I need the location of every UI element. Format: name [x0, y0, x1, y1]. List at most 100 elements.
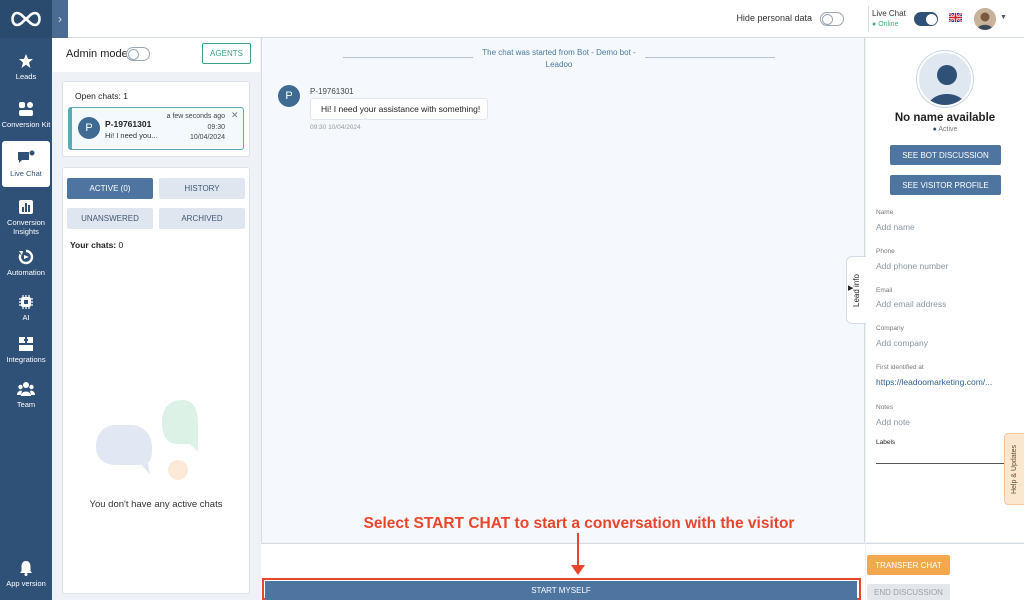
ai-chip-icon [19, 295, 33, 309]
uk-flag-icon[interactable] [949, 13, 962, 22]
nav-item-automation[interactable]: Automation [0, 240, 52, 286]
visitor-status-text: Active [938, 126, 958, 133]
chat-visitor-name: P-19761301 [105, 119, 152, 129]
annotation-instruction: Select START CHAT to start a conversatio… [363, 515, 795, 532]
online-status: ● Online [872, 21, 899, 28]
message-text: Hi! I need your assistance with somethin… [321, 104, 481, 114]
user-menu-chevron-down-icon[interactable]: ▼ [1000, 14, 1007, 21]
field-label-notes: Notes [876, 404, 893, 411]
chat-preview: Hi! I need you... [105, 131, 158, 140]
bar-chart-icon [19, 199, 33, 214]
user-photo-icon [974, 8, 996, 30]
nav-item-integrations[interactable]: Integrations [0, 327, 52, 373]
nav-label: Integrations [6, 355, 46, 364]
labels-label: Labels [876, 439, 896, 446]
chevron-right-icon: › [58, 12, 62, 26]
infinity-logo-icon [11, 11, 41, 27]
start-myself-button[interactable]: START MYSELF [265, 581, 857, 600]
nav-label: AI [22, 313, 30, 322]
nav-item-ai[interactable]: AI [0, 285, 52, 331]
nav-label: Automation [7, 268, 45, 277]
team-icon [17, 382, 35, 396]
user-avatar[interactable] [974, 8, 996, 30]
field-value-name[interactable]: Add name [876, 222, 915, 232]
nav-item-leads[interactable]: Leads [0, 44, 52, 90]
nav-collapse-button[interactable]: › [52, 0, 68, 38]
field-value-phone[interactable]: Add phone number [876, 261, 948, 271]
chat-time: 09:30 [207, 124, 225, 131]
nav-label: Live Chat [10, 169, 42, 178]
online-status-text: Online [878, 21, 899, 28]
help-updates-text: Help & Updates [1011, 444, 1018, 494]
visitor-status: ● Active [932, 126, 958, 133]
chat-list-card [62, 167, 250, 594]
nav-item-conversion-insights[interactable]: Conversion Insights [0, 194, 52, 240]
labels-input[interactable] [876, 463, 1006, 464]
message-sender: P-19761301 [310, 87, 354, 96]
end-discussion-button[interactable]: END DISCUSSION [867, 584, 950, 600]
annotation-arrow-shaft [577, 533, 579, 567]
hide-personal-data-label: Hide personal data [736, 13, 812, 23]
chat-date: 10/04/2024 [189, 134, 225, 141]
empty-chats-illustration [96, 400, 198, 480]
nav-label: Conversion Kit [1, 120, 51, 129]
shapes-icon [19, 102, 33, 116]
filter-archived-button[interactable]: ARCHIVED [159, 208, 245, 229]
nav-label: Conversion Insights [7, 217, 45, 236]
agents-button[interactable]: AGENTS [202, 43, 251, 64]
nav-label: Leads [15, 72, 37, 81]
field-value-notes[interactable]: Add note [876, 417, 910, 427]
message-timestamp: 09:30 10/04/2024 [310, 124, 361, 131]
visitor-avatar: P [78, 117, 100, 139]
field-value-email[interactable]: Add email address [876, 299, 946, 309]
close-icon[interactable]: ✕ [231, 110, 239, 121]
integrations-icon [19, 337, 33, 351]
help-updates-tab[interactable]: Help & Updates [1004, 433, 1024, 505]
star-icon [19, 54, 33, 68]
your-chats-text: Your chats: [70, 240, 117, 250]
field-label-company: Company [876, 325, 904, 332]
message-bubble: Hi! I need your assistance with somethin… [310, 98, 488, 120]
field-label-email: Email [876, 287, 893, 294]
chat-start-system-message: The chat was started from Bot - Demo bot… [482, 48, 636, 69]
field-value-company[interactable]: Add company [876, 338, 928, 348]
topbar-divider [868, 6, 869, 32]
field-label-phone: Phone [876, 248, 895, 255]
see-bot-discussion-button[interactable]: SEE BOT DISCUSSION [890, 145, 1001, 165]
nav-label: Team [16, 400, 36, 409]
top-bar [68, 0, 1024, 38]
empty-chats-message: You don't have any active chats [89, 499, 223, 510]
visitor-name: No name available [894, 112, 996, 124]
your-chats-count: 0 [118, 240, 124, 250]
transfer-chat-button[interactable]: TRANSFER CHAT [867, 555, 950, 575]
nav-item-team[interactable]: Team [0, 372, 52, 418]
field-label-name: Name [876, 209, 894, 216]
system-divider-left [343, 57, 473, 58]
app-logo[interactable] [0, 0, 52, 38]
filter-history-button[interactable]: HISTORY [159, 178, 245, 199]
nav-item-live-chat[interactable]: Live Chat [2, 141, 50, 187]
system-divider-right [645, 57, 775, 58]
nav-item-conversion-kit[interactable]: Conversion Kit [0, 92, 52, 138]
admin-mode-toggle[interactable] [126, 47, 150, 61]
nav-item-app-version[interactable]: App version [0, 550, 52, 598]
field-value-first-identified-link[interactable]: https://leadoomarketing.com/... [876, 377, 992, 387]
visitor-profile-avatar [917, 51, 973, 107]
annotation-arrow-head-icon [571, 565, 585, 575]
automation-icon [18, 249, 34, 265]
chat-relative-time: a few seconds ago [166, 113, 225, 120]
hide-personal-data-toggle[interactable] [820, 12, 844, 26]
message-avatar: P [278, 85, 300, 107]
chat-icon [18, 150, 35, 163]
filter-unanswered-button[interactable]: UNANSWERED [67, 208, 153, 229]
nav-label: App version [6, 579, 46, 588]
live-chat-label: Live Chat [872, 9, 906, 18]
field-label-first-identified: First identified at [876, 364, 924, 371]
bell-icon [20, 561, 32, 576]
admin-mode-label: Admin mode [66, 48, 128, 60]
open-chats-count: Open chats: 1 [75, 91, 128, 101]
filter-active-button[interactable]: ACTIVE (0) [67, 178, 153, 199]
your-chats-label: Your chats: 0 [70, 240, 123, 250]
see-visitor-profile-button[interactable]: SEE VISITOR PROFILE [890, 175, 1001, 195]
live-chat-toggle[interactable] [914, 12, 938, 26]
